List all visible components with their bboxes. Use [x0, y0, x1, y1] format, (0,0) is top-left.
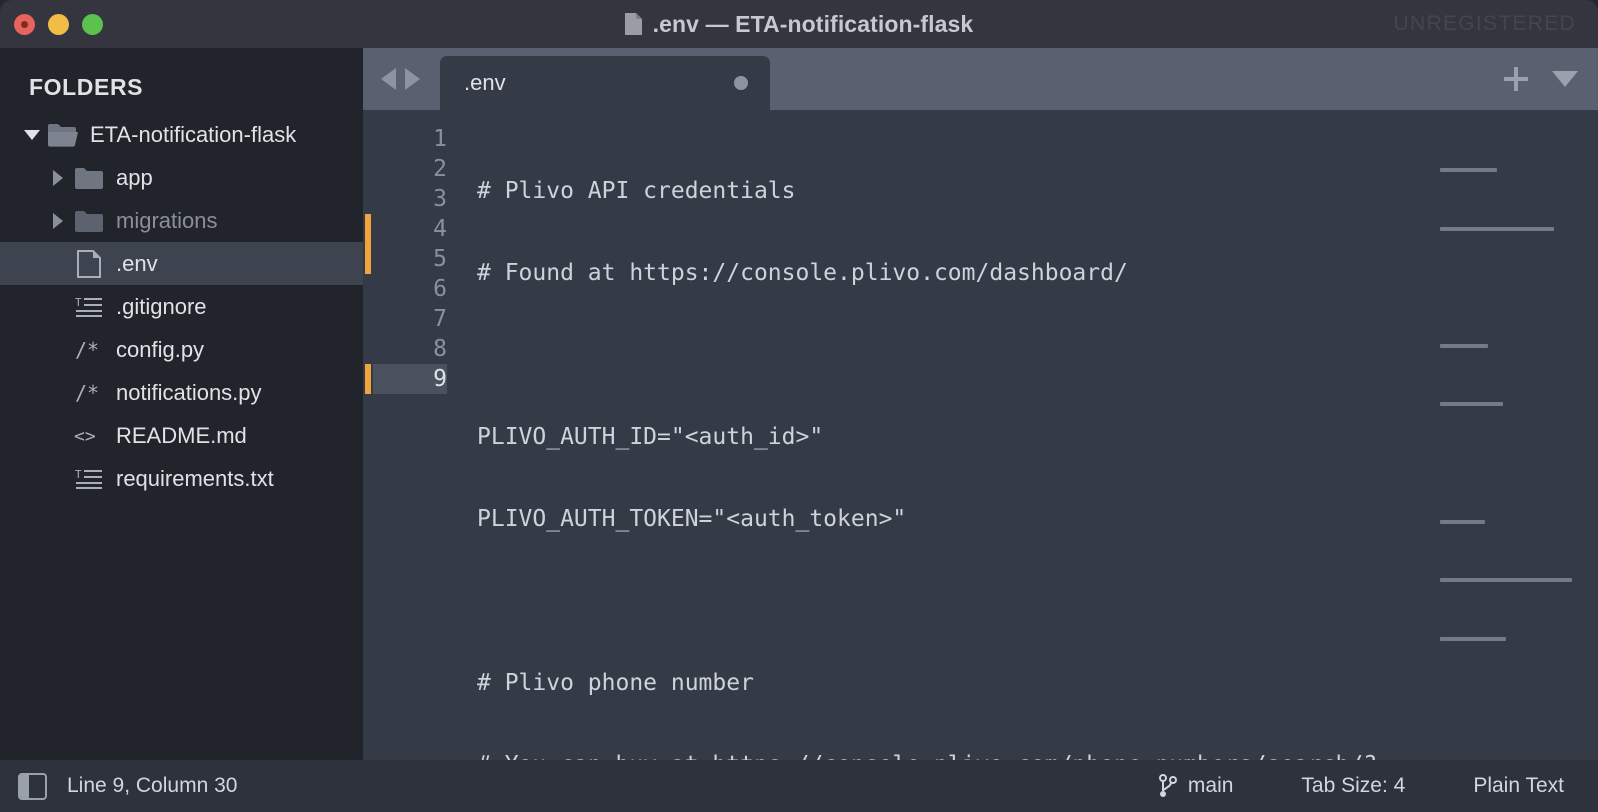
status-bar-right: main Tab Size: 4 Plain Text: [1125, 760, 1598, 812]
folder-icon: [74, 210, 104, 232]
tab-size-item[interactable]: Tab Size: 4: [1267, 774, 1439, 798]
window-body: FOLDERS ETA-notification-flask app: [0, 48, 1598, 760]
tab-bar: .env: [363, 48, 1598, 110]
git-branch-label: main: [1188, 774, 1234, 798]
sidebar-item-readme-md[interactable]: <> README.md: [0, 414, 363, 457]
svg-text:/*: /*: [75, 338, 99, 362]
code-line: [477, 340, 1598, 370]
minimap-line: [1440, 461, 1590, 465]
code-line: PLIVO_AUTH_TOKEN="<auth_token>": [477, 504, 1598, 534]
toggle-sidebar-icon[interactable]: [18, 773, 47, 800]
status-bar: Line 9, Column 30 main Tab Size: 4 Plain…: [0, 760, 1598, 812]
sidebar-item-label: README.md: [116, 423, 247, 449]
sidebar-item-label: ETA-notification-flask: [90, 122, 296, 148]
close-window-button[interactable]: [14, 14, 35, 35]
chevron-down-icon[interactable]: [1552, 71, 1578, 87]
sidebar: FOLDERS ETA-notification-flask app: [0, 48, 363, 760]
sidebar-item-app[interactable]: app: [0, 156, 363, 199]
line-number: 8: [373, 334, 447, 364]
line-number: 4: [373, 214, 447, 244]
sidebar-item-label: app: [116, 165, 153, 191]
folder-open-icon: [48, 123, 78, 147]
line-number: 7: [373, 304, 447, 334]
chevron-right-icon[interactable]: [48, 170, 68, 186]
line-number-gutter: 1 2 3 4 5 6 7 8 9: [373, 110, 463, 760]
sidebar-item-eta-notification-flask[interactable]: ETA-notification-flask: [0, 113, 363, 156]
editor-window: .env — ETA-notification-flask UNREGISTER…: [0, 0, 1598, 812]
editor-column: .env 1 2 3 4 5: [363, 48, 1598, 760]
code-line: # Plivo phone number: [477, 668, 1598, 698]
chevron-down-icon[interactable]: [22, 130, 42, 140]
sidebar-item-requirements-txt[interactable]: T requirements.txt: [0, 457, 363, 500]
file-markup-icon: <>: [74, 424, 104, 448]
minimap-line: [1440, 402, 1503, 406]
svg-text:T: T: [75, 468, 82, 481]
window-title: .env — ETA-notification-flask: [653, 11, 974, 38]
sidebar-item-env[interactable]: .env: [0, 242, 363, 285]
sidebar-item-notifications-py[interactable]: /* notifications.py: [0, 371, 363, 414]
close-icon: [21, 21, 28, 28]
minimize-window-button[interactable]: [48, 14, 69, 35]
svg-text:/*: /*: [75, 381, 99, 405]
sidebar-item-label: .gitignore: [116, 294, 207, 320]
minimap-line: [1440, 578, 1572, 582]
file-blank-icon: [74, 250, 104, 278]
file-text-icon: T: [74, 467, 104, 491]
sidebar-item-label: config.py: [116, 337, 204, 363]
sidebar-item-migrations[interactable]: migrations: [0, 199, 363, 242]
sidebar-item-label: notifications.py: [116, 380, 262, 406]
code-line: # Plivo API credentials: [477, 176, 1598, 206]
tab-label: .env: [464, 70, 506, 96]
chevron-right-icon[interactable]: [48, 213, 68, 229]
status-bar-left: Line 9, Column 30: [0, 773, 237, 800]
sidebar-item-gitignore[interactable]: T .gitignore: [0, 285, 363, 328]
line-number-active: 9: [373, 364, 447, 394]
git-branch-item[interactable]: main: [1125, 774, 1268, 798]
tab-env[interactable]: .env: [440, 56, 770, 110]
line-number: 1: [373, 124, 447, 154]
svg-text:<>: <>: [74, 426, 96, 447]
sidebar-header: FOLDERS: [0, 66, 363, 113]
minimap-line: [1440, 637, 1506, 641]
code-line: # You can buy at https://console.plivo.c…: [477, 750, 1598, 760]
git-branch-icon: [1159, 774, 1177, 798]
window-title-group: .env — ETA-notification-flask: [0, 11, 1598, 38]
document-icon: [625, 13, 642, 35]
line-number: 5: [373, 244, 447, 274]
window-controls: [0, 14, 103, 35]
svg-text:T: T: [75, 296, 82, 309]
change-gutter: [363, 110, 373, 760]
file-code-comment-icon: /*: [74, 381, 104, 405]
unsaved-changes-dot-icon[interactable]: [734, 76, 748, 90]
line-number: 2: [373, 154, 447, 184]
folder-icon: [74, 167, 104, 189]
modified-line-marker: [365, 364, 371, 394]
cursor-position-label: Line 9, Column 30: [67, 774, 237, 798]
syntax-mode-item[interactable]: Plain Text: [1439, 774, 1598, 798]
sidebar-item-label: migrations: [116, 208, 217, 234]
code-line: PLIVO_AUTH_ID="<auth_id>": [477, 422, 1598, 452]
sidebar-item-label: .env: [116, 251, 158, 277]
code-content[interactable]: # Plivo API credentials # Found at https…: [463, 110, 1598, 760]
modified-line-marker: [365, 214, 371, 274]
back-arrow-icon[interactable]: [381, 68, 396, 90]
tab-bar-actions: [1504, 48, 1578, 110]
zoom-window-button[interactable]: [82, 14, 103, 35]
sidebar-item-label: requirements.txt: [116, 466, 274, 492]
new-tab-icon[interactable]: [1504, 67, 1528, 91]
code-line: # Found at https://console.plivo.com/das…: [477, 258, 1598, 288]
line-number: 3: [373, 184, 447, 214]
minimap-line: [1440, 227, 1554, 231]
forward-arrow-icon[interactable]: [405, 68, 420, 90]
file-code-comment-icon: /*: [74, 338, 104, 362]
title-bar: .env — ETA-notification-flask UNREGISTER…: [0, 0, 1598, 48]
sidebar-item-config-py[interactable]: /* config.py: [0, 328, 363, 371]
unregistered-badge: UNREGISTERED: [1394, 12, 1576, 36]
tab-nav-arrows: [363, 48, 440, 110]
code-editor[interactable]: 1 2 3 4 5 6 7 8 9 # Plivo API credential…: [363, 110, 1598, 760]
line-number: 6: [373, 274, 447, 304]
minimap-line: [1440, 168, 1497, 172]
file-text-icon: T: [74, 295, 104, 319]
code-line: [477, 586, 1598, 616]
